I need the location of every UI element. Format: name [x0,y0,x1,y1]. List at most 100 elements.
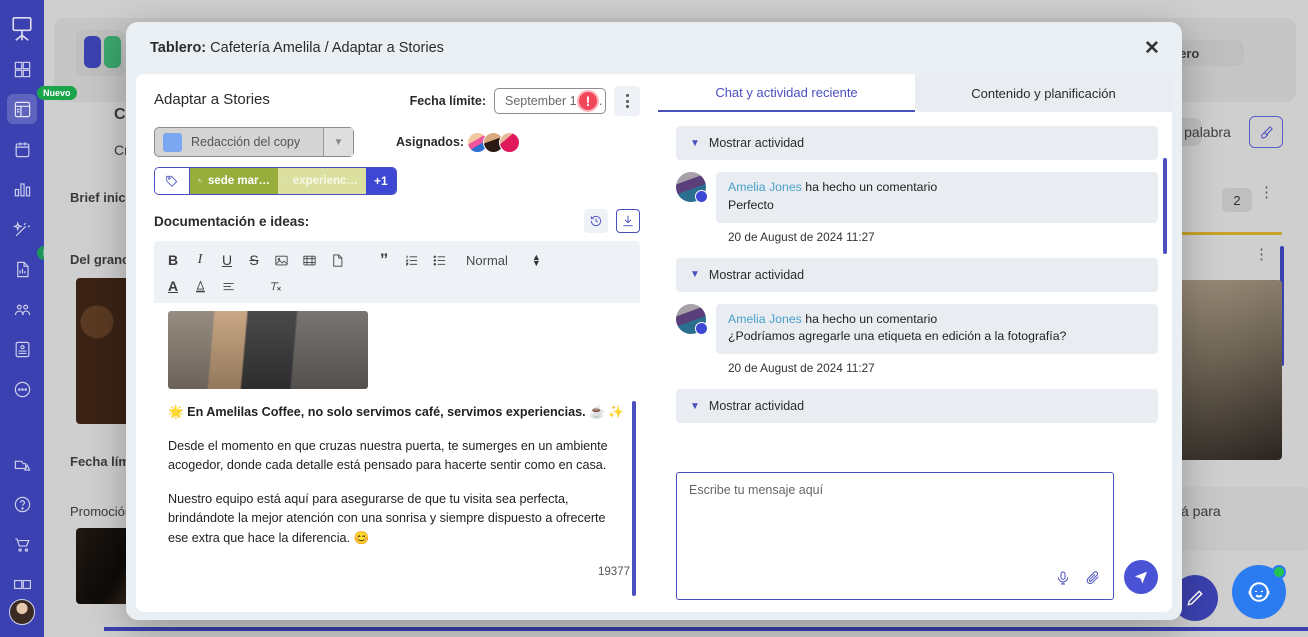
paperclip-icon[interactable] [1085,570,1101,589]
comment-header: Amelia Jones ha hecho un comentario [728,179,1146,197]
activity-toggle-label: Mostrar actividad [708,399,805,414]
task-detail-modal: Tablero: Cafetería Amelila / Adaptar a S… [126,22,1182,620]
bullet-list-icon[interactable] [432,250,447,270]
bold-button[interactable]: B [166,250,180,270]
avatar[interactable] [676,303,708,335]
avatar[interactable] [499,131,521,153]
message-input[interactable]: Escribe tu mensaje aquí [676,472,1114,600]
tag-chip[interactable]: experienc… [278,168,366,194]
broom-icon[interactable] [1249,116,1283,148]
upload-alert-icon[interactable] [7,449,37,479]
activity-toggle[interactable]: ▼ Mostrar actividad [676,389,1158,424]
close-icon[interactable]: ✕ [1138,34,1166,62]
activity-toggle[interactable]: ▼ Mostrar actividad [676,257,1158,292]
highlight-icon[interactable] [193,276,208,296]
board-card-menu-icon-2[interactable]: ⋮ [1254,247,1269,262]
status-assignees-row: Redacción del copy ▼ Asignados: [154,127,640,157]
status-select[interactable]: Redacción del copy ▼ [154,127,354,157]
microphone-icon[interactable] [1055,570,1071,589]
format-select[interactable]: Normal ▲ ▼ [466,253,541,268]
comment-header: Amelia Jones ha hecho un comentario [728,311,1146,329]
sidebar-item-team[interactable] [7,294,37,324]
chevron-down-icon[interactable]: ▼ [323,128,353,156]
board-bottom-rule [104,627,1308,631]
modal-title-text: Cafetería Amelila / Adaptar a Stories [206,40,444,56]
underline-button[interactable]: U [220,250,234,270]
send-button[interactable] [1124,560,1158,594]
sidebar-item-board[interactable]: Nuevo [7,86,77,124]
message-placeholder: Escribe tu mensaje aquí [689,483,824,497]
sidebar-item-analytics[interactable] [7,174,37,204]
board-thumb-col-2 [104,36,121,68]
modal-title: Tablero: Cafetería Amelila / Adaptar a S… [150,40,444,56]
sidebar-item-grid[interactable] [7,54,37,84]
kebab-menu-icon[interactable] [614,86,640,116]
deadline-warning-badge: ! [577,90,599,112]
editor-toolbar-row-1: B I U S ” Normal ▲ ▼ [166,247,628,273]
modal-header: Tablero: Cafetería Amelila / Adaptar a S… [126,22,1182,74]
tags-more-badge[interactable]: +1 [366,168,396,194]
board-column-4: Promoción [70,504,133,519]
download-icon[interactable] [616,209,640,233]
tab-chat-activity[interactable]: Chat y actividad reciente [658,74,915,112]
editor-paragraph-1: Desde el momento en que cruzas nuestra p… [168,438,608,473]
board-card-text-block [1174,487,1308,551]
assignees-label: Asignados: [396,135,465,149]
text-color-button[interactable]: A [166,276,180,296]
chat-scrollbar[interactable] [1163,158,1167,254]
tab-content-planning[interactable]: Contenido y planificación [915,74,1172,112]
strikethrough-button[interactable]: S [247,250,261,270]
tag-chip-label: experienc… [292,175,358,187]
add-tag-icon[interactable] [155,168,189,194]
help-circle-icon[interactable] [7,489,37,519]
editor-content[interactable]: 🌟 En Amelilas Coffee, no solo servimos c… [154,303,640,612]
cart-icon[interactable] [7,529,37,559]
video-icon[interactable] [302,250,317,270]
tag-chip[interactable]: sede mar… [190,168,278,194]
support-online-dot [1272,565,1286,579]
editor-embedded-image [168,311,368,389]
ordered-list-icon[interactable] [404,250,419,270]
easel-logo-icon [7,14,37,44]
image-icon[interactable] [274,250,289,270]
sidebar-item-chat[interactable] [7,374,37,404]
comment-author: Amelia Jones [728,311,802,326]
app-sidebar: Nuevo Nuevo [0,0,77,637]
quote-button[interactable]: ” [377,250,391,270]
activity-toggle[interactable]: ▼ Mostrar actividad [676,126,1158,160]
clear-format-icon[interactable] [268,276,283,296]
file-icon[interactable] [330,250,345,270]
italic-button[interactable]: I [193,250,207,270]
ab-test-icon[interactable] [7,569,37,599]
sidebar-item-calendar[interactable] [7,134,37,164]
editor-heading: 🌟 En Amelilas Coffee, no solo servimos c… [168,405,625,419]
board-card-menu-icon[interactable]: ⋮ [1259,185,1274,200]
editor-paragraph-2: Nuestro equipo está aquí para asegurarse… [168,491,606,545]
documentation-title: Documentación e ideas: [154,213,310,229]
format-select-value: Normal [466,252,508,268]
task-header-row: Adaptar a Stories Fecha límite: Septembe… [154,86,640,116]
sidebar-item-magic[interactable] [7,214,37,244]
user-avatar[interactable] [9,599,35,625]
modal-body: Adaptar a Stories Fecha límite: Septembe… [126,74,1182,620]
history-icon[interactable] [584,209,608,233]
board-card-text: á para [1181,503,1221,519]
editor-toolbar: B I U S ” Normal ▲ ▼ A [154,241,640,303]
documentation-header: Documentación e ideas: [154,209,640,233]
comment-text: ¿Podríamos agregarle una etiqueta en edi… [728,329,1067,344]
tag-chips: sede mar… experienc… +1 [189,168,396,194]
avatar[interactable] [676,172,708,203]
tag-chip-label: sede mar… [207,175,270,187]
task-title: Adaptar a Stories [154,91,270,108]
sidebar-item-reports[interactable]: Nuevo [7,246,77,284]
deadline-input[interactable]: September 1, 2… ! [494,88,606,114]
align-icon[interactable] [221,276,236,296]
comment-item: Amelia Jones ha hecho un comentario ¿Pod… [676,303,1158,355]
comment-item: Amelia Jones ha hecho un comentario Perf… [676,172,1158,223]
comment-action: ha hecho un comentario [805,180,938,194]
sidebar-item-contacts[interactable] [7,334,37,364]
assignees-group: Asignados: [396,131,521,153]
editor-scrollbar[interactable] [632,401,636,596]
editor-toolbar-row-2: A [166,273,628,299]
activity-toggle-label: Mostrar actividad [708,136,805,150]
